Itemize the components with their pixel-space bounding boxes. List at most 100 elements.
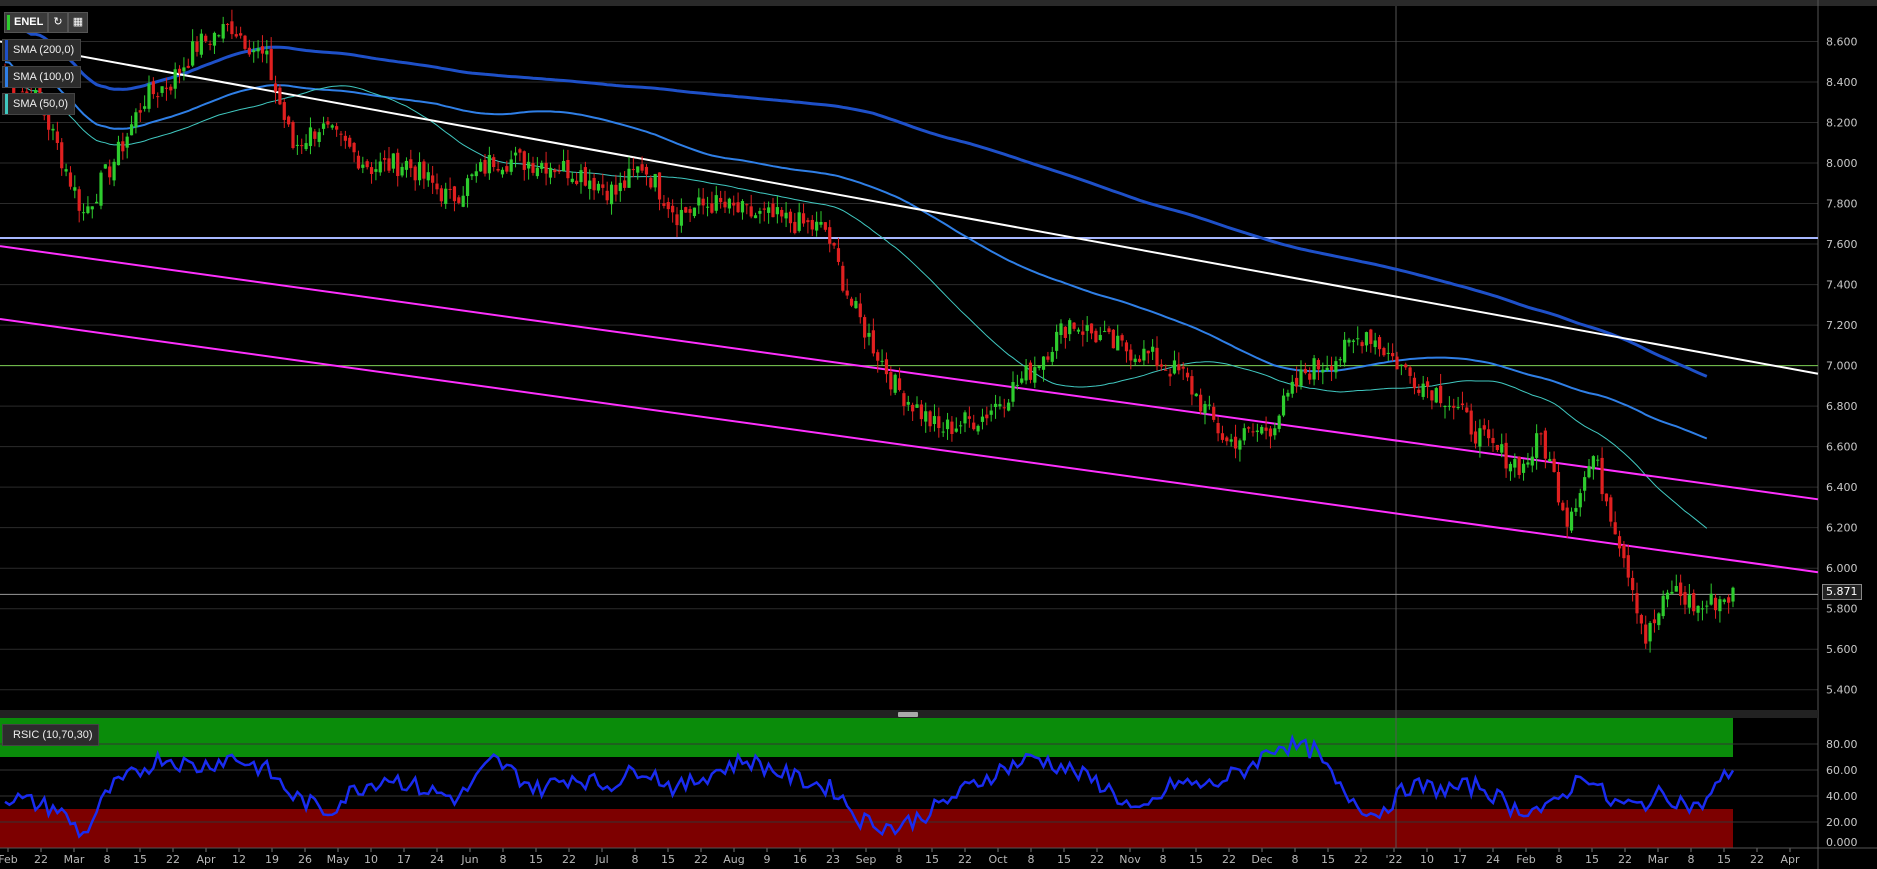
candle-down	[1395, 356, 1399, 370]
candle-down	[1495, 444, 1499, 450]
candle-up	[906, 401, 910, 405]
candle-down	[1155, 347, 1159, 366]
candle-down	[1129, 349, 1133, 361]
candle-up	[854, 301, 858, 309]
legend-sma50[interactable]: SMA (50,0)	[2, 93, 76, 115]
candle-down	[1124, 342, 1129, 352]
candle-down	[1377, 337, 1382, 350]
x-tick-label: 8	[1160, 853, 1167, 866]
rsi-indicator-label[interactable]: RSIC (10,70,30)	[2, 724, 100, 746]
candle-up	[963, 412, 967, 424]
candle-up	[1142, 348, 1146, 361]
candle-up	[705, 206, 710, 208]
refresh-button[interactable]: ↻	[48, 12, 68, 33]
candle-down	[666, 202, 670, 210]
legend-sma100[interactable]: SMA (100,0)	[2, 66, 82, 88]
candle-down	[225, 23, 230, 25]
candle-up	[989, 410, 993, 415]
candle-up	[1578, 493, 1582, 508]
candle-down	[640, 164, 644, 171]
candle-up	[1674, 585, 1678, 592]
candle-up	[1443, 406, 1447, 408]
x-tick-label: 17	[1453, 853, 1467, 866]
refresh-icon: ↻	[53, 16, 63, 28]
candle-up	[1373, 340, 1377, 348]
x-tick-label: Apr	[196, 853, 216, 866]
x-tick-label: 8	[500, 853, 507, 866]
candle-up	[1325, 367, 1329, 371]
candle-down	[649, 178, 653, 188]
symbol-box[interactable]: ENEL	[4, 12, 48, 33]
x-tick-label: Sep	[856, 853, 877, 866]
candle-down	[247, 47, 251, 55]
candle-down	[1369, 329, 1373, 344]
candle-up	[527, 161, 531, 169]
candle-down	[701, 198, 705, 206]
candle-down	[1107, 328, 1111, 333]
legend-sma200[interactable]: SMA (200,0)	[2, 39, 82, 61]
candle-down	[1408, 367, 1412, 376]
candle-up	[509, 159, 513, 172]
candle-up	[727, 198, 731, 209]
candle-down	[1412, 377, 1417, 389]
candle-up	[112, 161, 116, 181]
x-tick-label: 22	[1090, 853, 1104, 866]
candle-up	[758, 211, 762, 214]
candle-up	[753, 215, 758, 219]
candle-down	[1565, 507, 1569, 527]
x-tick-label: 8	[1028, 853, 1035, 866]
x-tick-label: 9	[764, 853, 771, 866]
candle-down	[876, 352, 880, 361]
candle-up	[570, 178, 574, 183]
rsi-gridlines	[0, 718, 1818, 849]
candle-down	[1120, 335, 1124, 341]
x-tick-label: Aug	[723, 853, 744, 866]
candle-up	[548, 167, 553, 178]
candle-up	[1709, 593, 1713, 605]
x-tick-label: 22	[1354, 853, 1368, 866]
top-bar	[0, 0, 1877, 6]
x-tick-label: 10	[1420, 853, 1434, 866]
candle-up	[1351, 340, 1355, 342]
price-tick-label: 6.000	[1826, 562, 1858, 575]
candle-down	[387, 158, 391, 171]
candle-up	[579, 170, 583, 183]
candle-down	[631, 169, 635, 171]
candle-down	[422, 161, 426, 179]
candle-down	[1439, 385, 1443, 404]
candle-down	[326, 121, 330, 125]
x-tick-label: 15	[925, 853, 939, 866]
candle-up	[1312, 358, 1316, 380]
candle-up	[461, 195, 465, 207]
candle-down	[806, 220, 810, 223]
candle-up	[915, 404, 919, 408]
candle-down	[1622, 544, 1626, 559]
candle-down	[1487, 429, 1491, 439]
x-tick-label: Feb	[1516, 853, 1535, 866]
price-chart-area[interactable]: Feb 22 Mar 8 15 22 Apr 12 19 26 May 10 17 24 Jun 8 15 22 J…	[0, 0, 1877, 869]
candle-up	[81, 212, 86, 214]
x-tick-label: Apr	[1780, 853, 1800, 866]
price-tick-label: 7.800	[1826, 198, 1858, 211]
candle-up	[378, 161, 382, 173]
x-tick-label: Dec	[1251, 853, 1272, 866]
candle-down	[849, 298, 854, 306]
candle-up	[1194, 393, 1198, 397]
candle-down	[1225, 437, 1229, 442]
candle-up	[1172, 360, 1177, 374]
price-tick-label: 5.600	[1826, 643, 1858, 656]
candle-down	[871, 330, 875, 354]
candle-down	[736, 202, 740, 213]
candle-down	[1177, 364, 1181, 371]
x-tick-label: 19	[265, 853, 279, 866]
candle-down	[1268, 428, 1273, 437]
candle-up	[1321, 369, 1325, 373]
candle-down	[1504, 442, 1508, 469]
candle-down	[1220, 433, 1225, 440]
pane-resize-handle[interactable]	[898, 712, 918, 717]
candle-up	[217, 35, 221, 37]
candle-down	[496, 168, 500, 171]
candle-down	[339, 133, 343, 135]
calculator-button[interactable]: ▦	[68, 12, 88, 33]
candle-down	[863, 317, 867, 338]
